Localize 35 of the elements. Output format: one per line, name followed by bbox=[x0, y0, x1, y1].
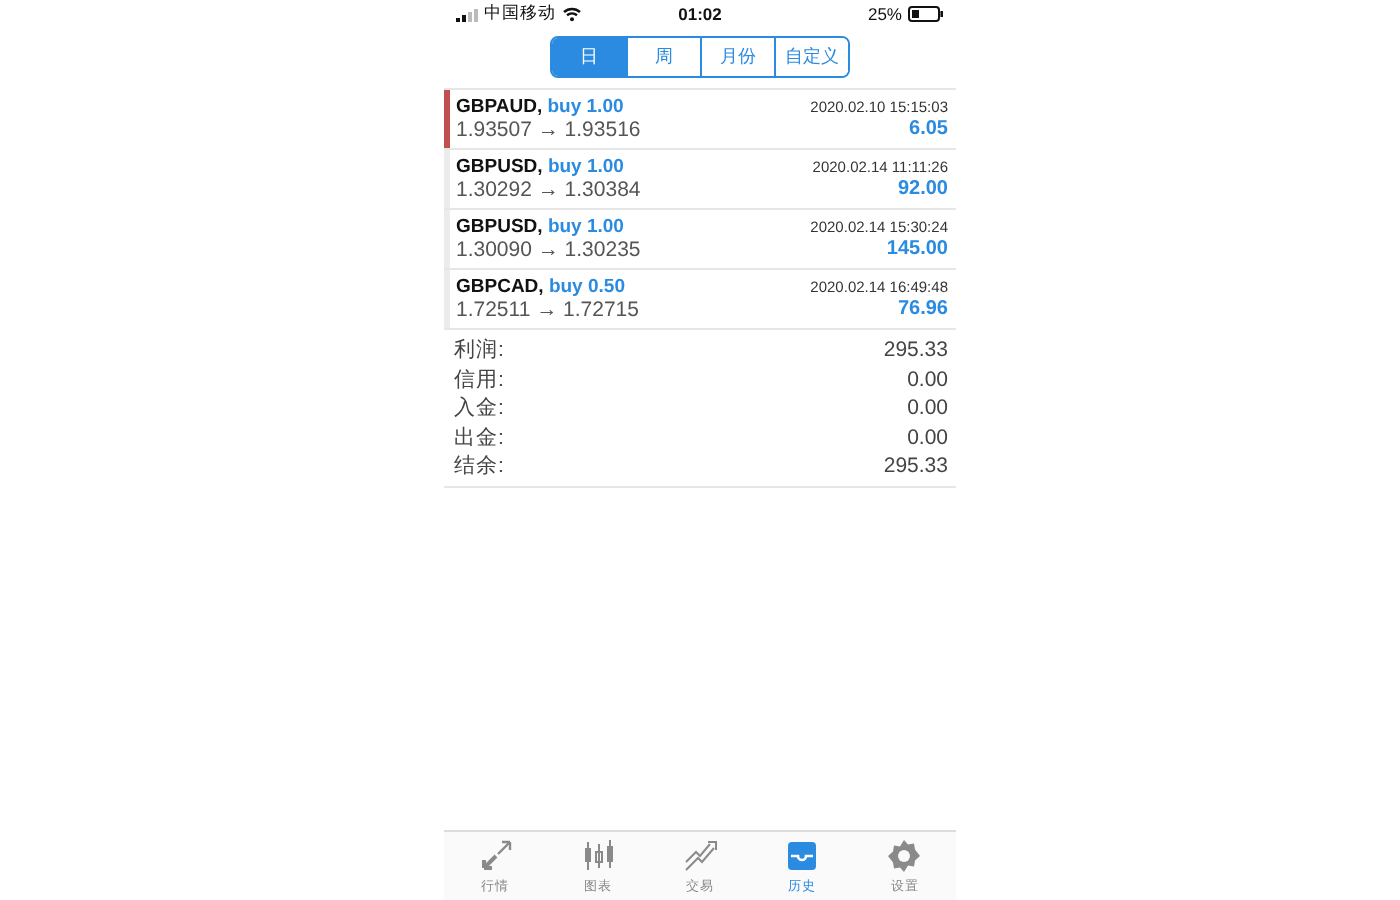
trade-prices: 1.30090 → 1.30235 bbox=[456, 238, 643, 262]
clock-time: 01:02 bbox=[678, 4, 722, 24]
trade-title: GBPAUD, buy 1.00 bbox=[456, 96, 626, 118]
trade-prices: 1.72511 → 1.72715 bbox=[456, 298, 641, 322]
arrows-icon bbox=[477, 837, 514, 873]
trade-profit: 145.00 bbox=[884, 238, 948, 262]
trade-profit: 76.96 bbox=[895, 298, 948, 322]
trade-title: GBPCAD, buy 0.50 bbox=[456, 276, 627, 298]
trend-icon bbox=[681, 837, 718, 873]
trade-profit: 6.05 bbox=[907, 118, 948, 142]
summary-value: 0.00 bbox=[907, 367, 948, 392]
period-tab[interactable]: 日 bbox=[552, 38, 626, 76]
summary-label: 结余: bbox=[454, 452, 504, 481]
carrier-name: 中国移动 bbox=[484, 2, 556, 26]
signal-icon bbox=[456, 7, 478, 21]
summary-value: 295.33 bbox=[883, 338, 948, 363]
battery-icon bbox=[907, 6, 944, 22]
summary-label: 信用: bbox=[454, 365, 504, 394]
inbox-icon bbox=[784, 837, 821, 873]
candlestick-icon bbox=[579, 837, 616, 873]
summary-label: 入金: bbox=[454, 394, 504, 423]
period-tab[interactable]: 自定义 bbox=[774, 38, 848, 76]
battery-percent: 25% bbox=[867, 4, 902, 24]
trade-prices: 1.93507 → 1.93516 bbox=[456, 118, 643, 142]
trade-prices: 1.30292 → 1.30384 bbox=[456, 178, 643, 202]
summary-value: 0.00 bbox=[907, 396, 948, 421]
summary-label: 利润: bbox=[454, 336, 504, 365]
summary-label: 出金: bbox=[454, 423, 504, 452]
trade-profit: 92.00 bbox=[895, 178, 948, 202]
trade-title: GBPUSD, buy 1.00 bbox=[456, 156, 626, 178]
summary-value: 295.33 bbox=[883, 454, 948, 479]
trade-title: GBPUSD, buy 1.00 bbox=[456, 216, 626, 238]
wifi-icon bbox=[562, 6, 582, 22]
summary-value: 0.00 bbox=[907, 425, 948, 450]
settings-icon bbox=[886, 837, 923, 873]
